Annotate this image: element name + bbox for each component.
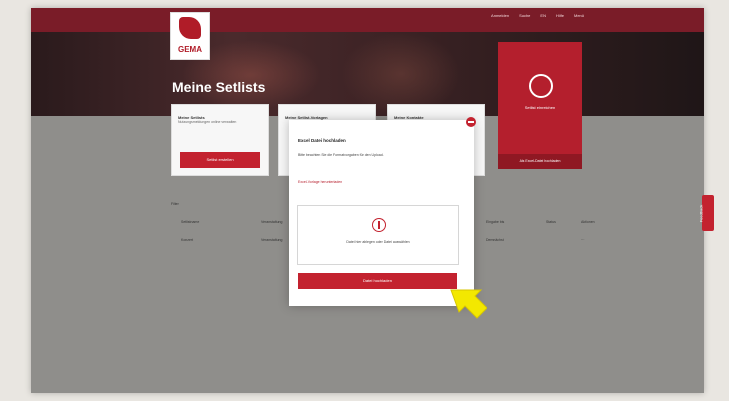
- template-download-link[interactable]: Excel-Vorlage herunterladen: [298, 180, 342, 184]
- feedback-tab[interactable]: Feedback: [698, 195, 714, 231]
- pointer-arrow-icon: [450, 289, 487, 319]
- upload-modal: Excel Datei hochladen Bitte beachten Sie…: [289, 117, 476, 306]
- close-icon[interactable]: [466, 117, 476, 127]
- modal-description: Bitte beachten Sie die Formatvorgaben fü…: [298, 153, 384, 157]
- upload-icon: [372, 218, 386, 232]
- browser-frame: Anmelden Suche EN Hilfe Menü Meine Setli…: [31, 8, 704, 393]
- modal-title: Excel Datei hochladen: [298, 138, 346, 143]
- feedback-label: Feedback: [698, 204, 704, 223]
- upload-file-button[interactable]: Datei hochladen: [298, 273, 457, 289]
- dropzone-text: Datei hier ablegen oder Datei auswählen: [346, 240, 410, 244]
- file-dropzone[interactable]: Datei hier ablegen oder Datei auswählen: [297, 205, 459, 265]
